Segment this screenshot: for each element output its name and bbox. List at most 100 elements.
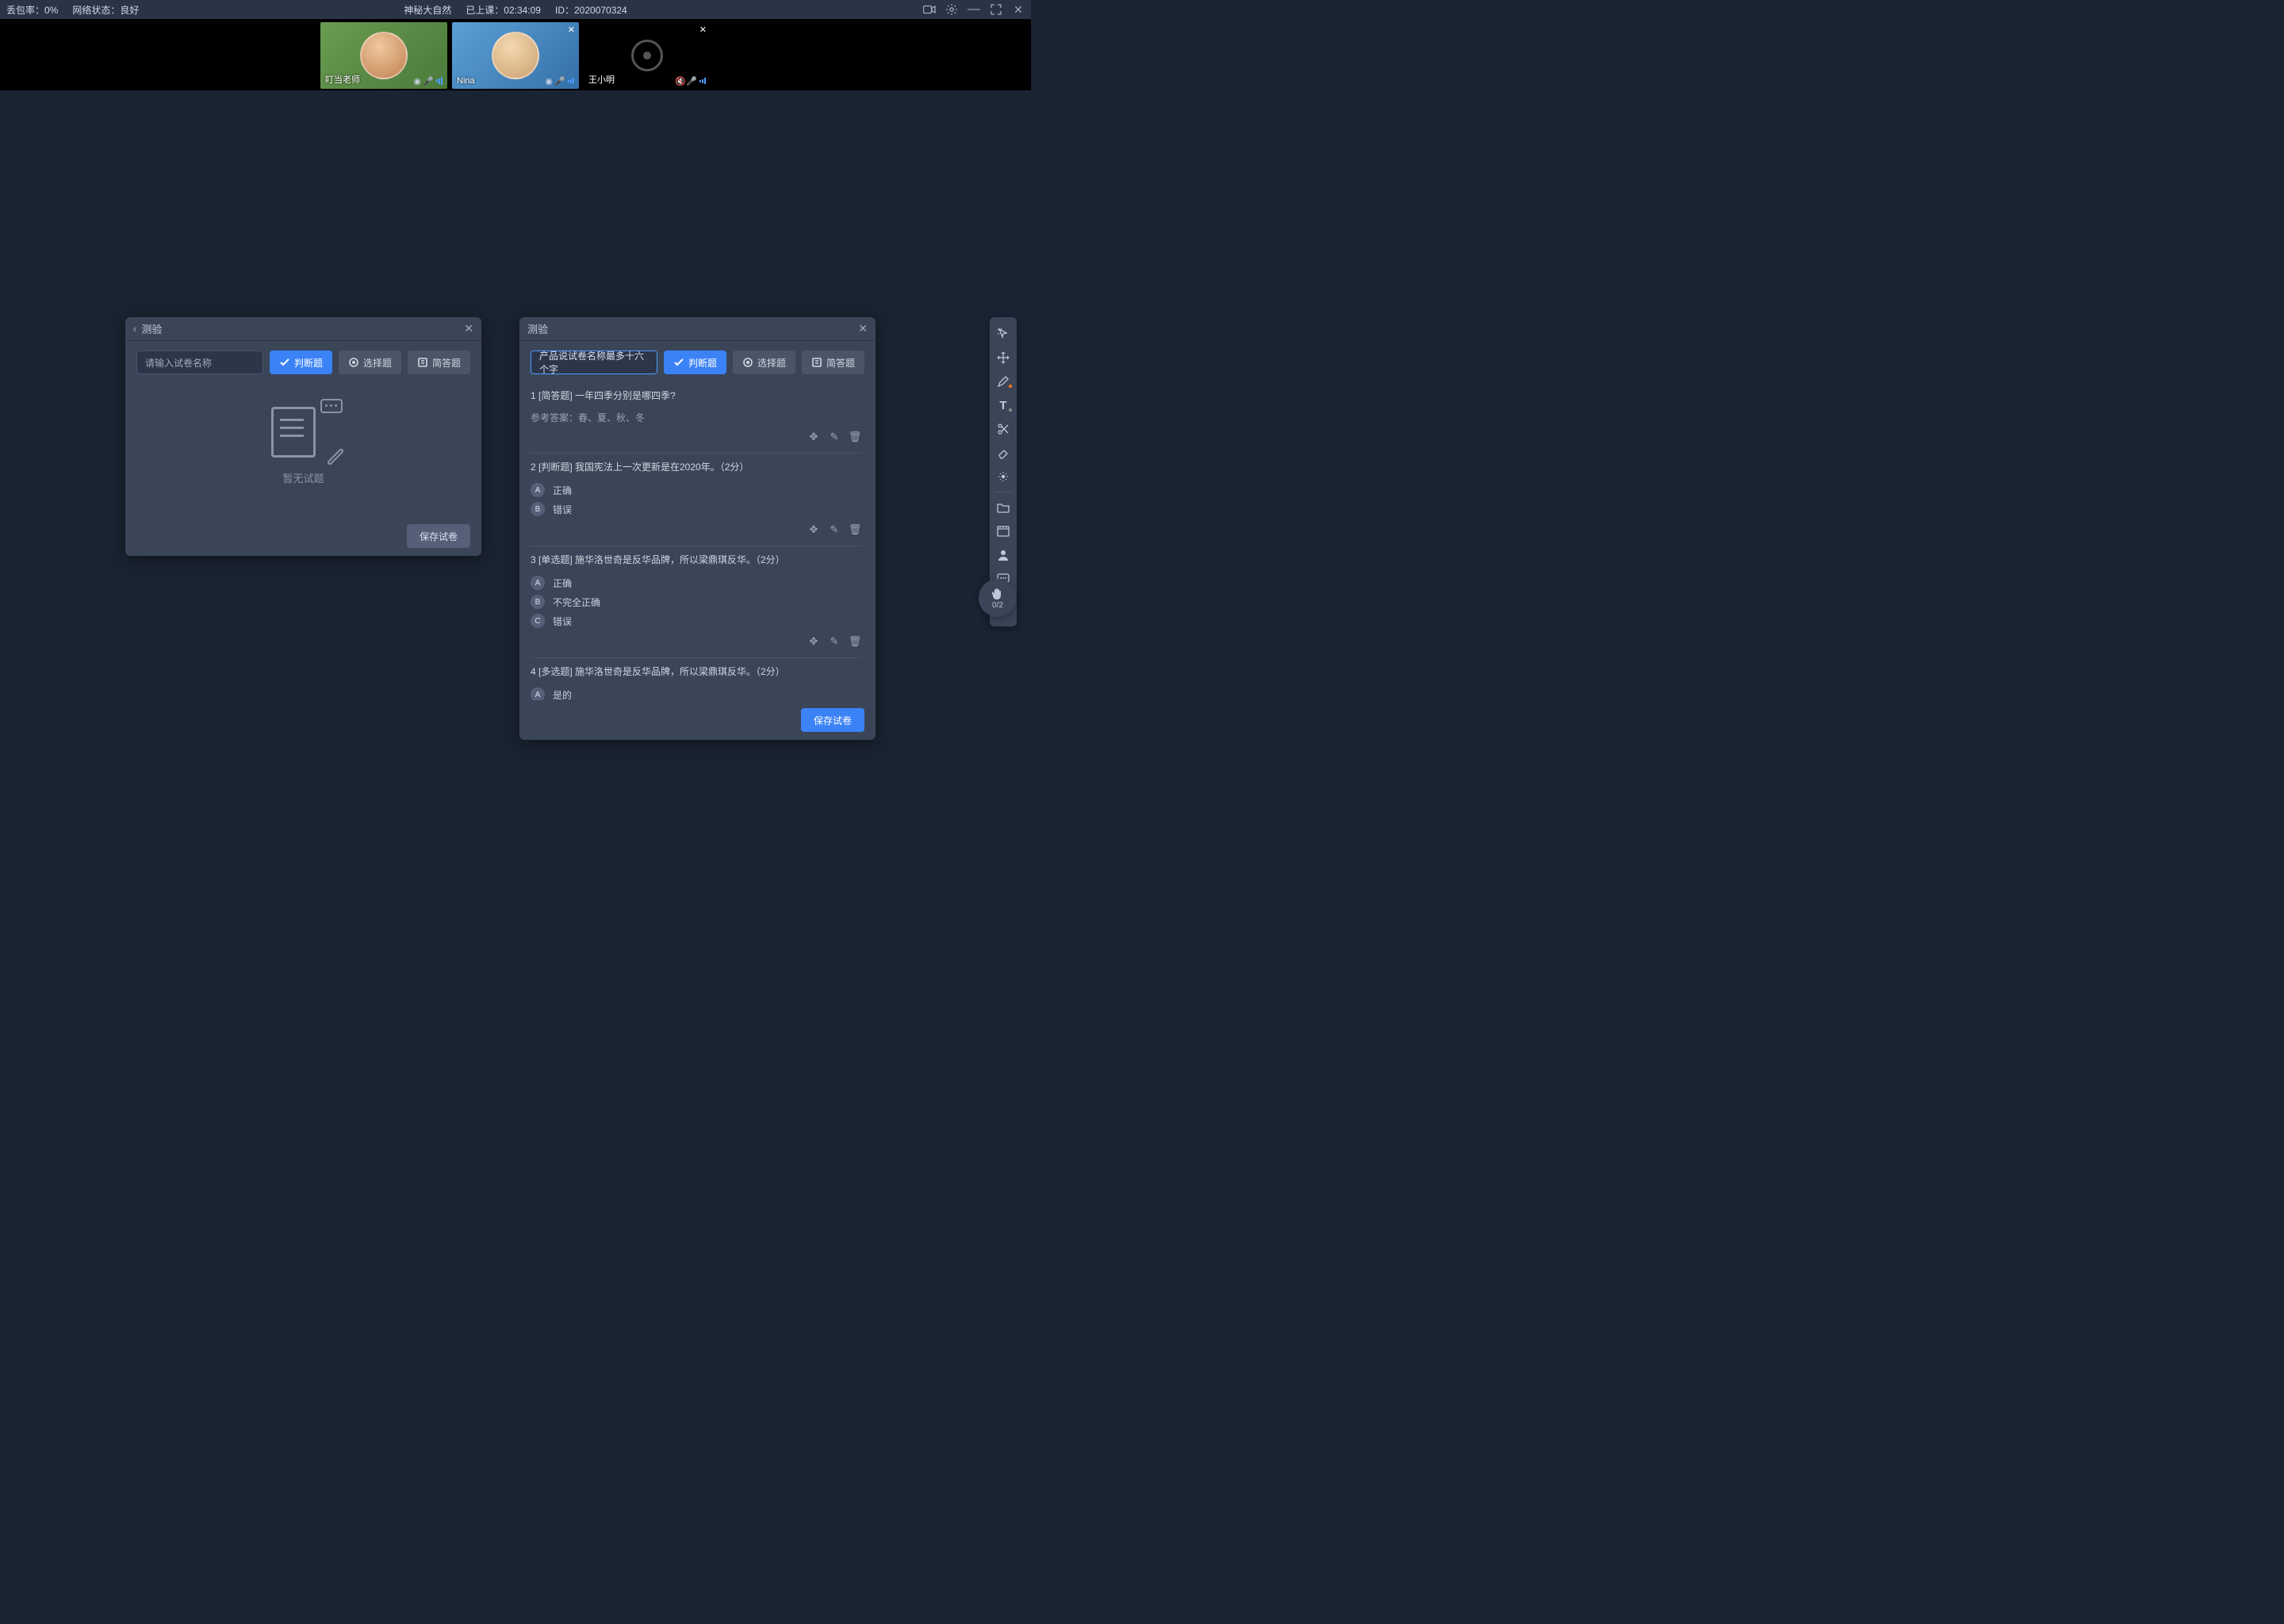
quiz-panel-empty: ‹ 测验 ✕ 请输入试卷名称 判断题 选择题 简答题 <box>125 317 481 556</box>
level-bars-icon <box>435 76 444 86</box>
audio-indicator: 🔇 🎤 <box>676 76 707 86</box>
settings-icon[interactable] <box>945 3 958 16</box>
panel-header: ‹ 测验 ✕ <box>125 317 481 341</box>
network-status-label: 网络状态：良好 <box>72 3 139 17</box>
participant-name: 叮当老师 <box>325 73 360 86</box>
panel-close-icon[interactable]: ✕ <box>858 322 868 335</box>
level-bars-icon <box>566 76 576 86</box>
scissors-tool-icon[interactable] <box>990 417 1017 441</box>
empty-illustration-icon <box>268 404 339 459</box>
back-icon[interactable]: ‹ <box>133 323 136 335</box>
media-tool-icon[interactable] <box>990 519 1017 543</box>
elapsed-time: 已上课：02:34:09 <box>466 3 541 17</box>
save-exam-button[interactable]: 保存试卷 <box>801 708 864 732</box>
exam-name-input[interactable]: 请输入试卷名称 <box>136 350 263 374</box>
participant-name: 王小明 <box>588 73 615 86</box>
trash-icon[interactable]: 🗑 <box>849 635 861 648</box>
tab-judge[interactable]: 判断题 <box>664 350 726 374</box>
option-row[interactable]: B 不完全正确 <box>531 592 861 611</box>
session-id: ID：2020070324 <box>555 3 627 17</box>
question-title: 3 [单选题] 施华洛世奇是反华品牌，所以梁鼎琪反华。（2分） <box>531 553 861 567</box>
question-actions: ✥ ✎ 🗑 <box>531 431 861 443</box>
hand-raise-button[interactable]: 0/2 <box>979 579 1017 617</box>
exam-name-input[interactable]: 产品说试卷名称最多十六个字 <box>531 350 657 374</box>
brightness-tool-icon[interactable] <box>990 465 1017 488</box>
option-badge: A <box>531 483 545 497</box>
move-tool-icon[interactable] <box>990 346 1017 370</box>
option-badge: B <box>531 502 545 516</box>
option-row[interactable]: C错误 <box>531 611 861 630</box>
tile-close-icon[interactable]: ✕ <box>699 25 707 35</box>
tab-choice[interactable]: 选择题 <box>733 350 795 374</box>
video-tile-student[interactable]: ✕ Nina ◉ 🎤 <box>452 22 579 89</box>
option-row[interactable]: A正确 <box>531 573 861 592</box>
packet-loss-label: 丢包率：0% <box>6 3 58 17</box>
eraser-tool-icon[interactable] <box>990 441 1017 465</box>
tab-essay[interactable]: 简答题 <box>802 350 864 374</box>
move-icon[interactable]: ✥ <box>807 635 820 648</box>
option-label: 不完全正确 <box>553 596 600 609</box>
user-tool-icon[interactable] <box>990 543 1017 567</box>
question-actions: ✥ ✎ 🗑 <box>531 523 861 536</box>
cursor-tool-icon[interactable] <box>990 322 1017 346</box>
option-label: 错误 <box>553 503 572 516</box>
mic-on-icon: 🎤 <box>687 76 696 86</box>
option-row[interactable]: A 是的 <box>531 685 861 700</box>
mic-on-icon: 🎤 <box>555 76 565 86</box>
audio-indicator: ◉ 🎤 <box>544 76 576 86</box>
stage: ‹ 测验 ✕ 请输入试卷名称 判断题 选择题 简答题 <box>0 90 1031 733</box>
option-label: 正确 <box>553 484 572 497</box>
course-title: 神秘大自然 <box>404 3 451 17</box>
edit-icon[interactable]: ✎ <box>828 523 841 536</box>
mic-muted-icon: 🔇 <box>676 76 685 86</box>
save-exam-button[interactable]: 保存试卷 <box>407 524 470 548</box>
close-window-icon[interactable]: ✕ <box>1012 3 1025 16</box>
edit-icon[interactable]: ✎ <box>828 431 841 443</box>
question-title: 1 [简答题] 一年四季分别是哪四季? <box>531 389 861 403</box>
trash-icon[interactable]: 🗑 <box>849 431 861 443</box>
question-title: 2 [判断题] 我国宪法上一次更新是在2020年。（2分） <box>531 460 861 474</box>
trash-icon[interactable]: 🗑 <box>849 523 861 536</box>
edit-icon[interactable]: ✎ <box>828 635 841 648</box>
pen-tool-icon[interactable] <box>990 370 1017 393</box>
video-tile-teacher[interactable]: 叮当老师 ◉ 🎤 <box>320 22 447 89</box>
option-label: 是的 <box>553 688 572 701</box>
tile-close-icon[interactable]: ✕ <box>568 25 575 35</box>
hand-icon <box>991 587 1005 601</box>
move-icon[interactable]: ✥ <box>807 431 820 443</box>
mic-on-icon: 🎤 <box>423 76 433 86</box>
question-title: 4 [多选题] 施华洛世奇是反华品牌，所以梁鼎琪反华。（2分） <box>531 665 861 679</box>
option-badge: C <box>531 614 545 628</box>
question-item: 4 [多选题] 施华洛世奇是反华品牌，所以梁鼎琪反华。（2分）A是的B不完全正确… <box>531 658 861 700</box>
signal-icon: ◉ <box>412 76 422 86</box>
panel-title: 测验 <box>141 321 162 336</box>
quiz-panel-filled: 测验 ✕ 产品说试卷名称最多十六个字 判断题 选择题 简答题 <box>519 317 876 740</box>
option-badge: A <box>531 688 545 700</box>
answer-text: 参考答案：春、夏、秋、冬 <box>531 409 861 426</box>
folder-tool-icon[interactable] <box>990 496 1017 519</box>
tab-choice[interactable]: 选择题 <box>339 350 401 374</box>
panel-close-icon[interactable]: ✕ <box>464 322 473 335</box>
minimize-icon[interactable]: — <box>968 3 980 16</box>
option-row[interactable]: B 错误 <box>531 500 861 519</box>
participant-name: Nina <box>457 76 475 86</box>
tab-essay[interactable]: 简答题 <box>408 350 470 374</box>
option-badge: A <box>531 576 545 590</box>
option-row[interactable]: A 正确 <box>531 481 861 500</box>
level-bars-icon <box>698 76 707 86</box>
camera-toggle-icon[interactable] <box>923 3 936 16</box>
fullscreen-icon[interactable] <box>990 3 1002 16</box>
avatar-placeholder <box>360 32 408 79</box>
empty-state: 暂无试题 <box>136 382 470 507</box>
video-strip: 叮当老师 ◉ 🎤 ✕ Nina ◉ 🎤 ✕ 王小明 🔇 🎤 <box>0 19 1031 90</box>
move-icon[interactable]: ✥ <box>807 523 820 536</box>
avatar-placeholder <box>492 32 539 79</box>
text-tool-icon[interactable]: T <box>990 393 1017 417</box>
question-actions: ✥ ✎ 🗑 <box>531 635 861 648</box>
exam-name-value: 产品说试卷名称最多十六个字 <box>539 349 649 376</box>
tab-judge[interactable]: 判断题 <box>270 350 332 374</box>
question-item: 1 [简答题] 一年四季分别是哪四季? 参考答案：春、夏、秋、冬 ✥ ✎ 🗑 <box>531 382 861 454</box>
top-bar: 丢包率：0% 网络状态：良好 神秘大自然 已上课：02:34:09 ID：202… <box>0 0 1031 19</box>
option-badge: B <box>531 595 545 609</box>
video-tile-student[interactable]: ✕ 王小明 🔇 🎤 <box>584 22 711 89</box>
